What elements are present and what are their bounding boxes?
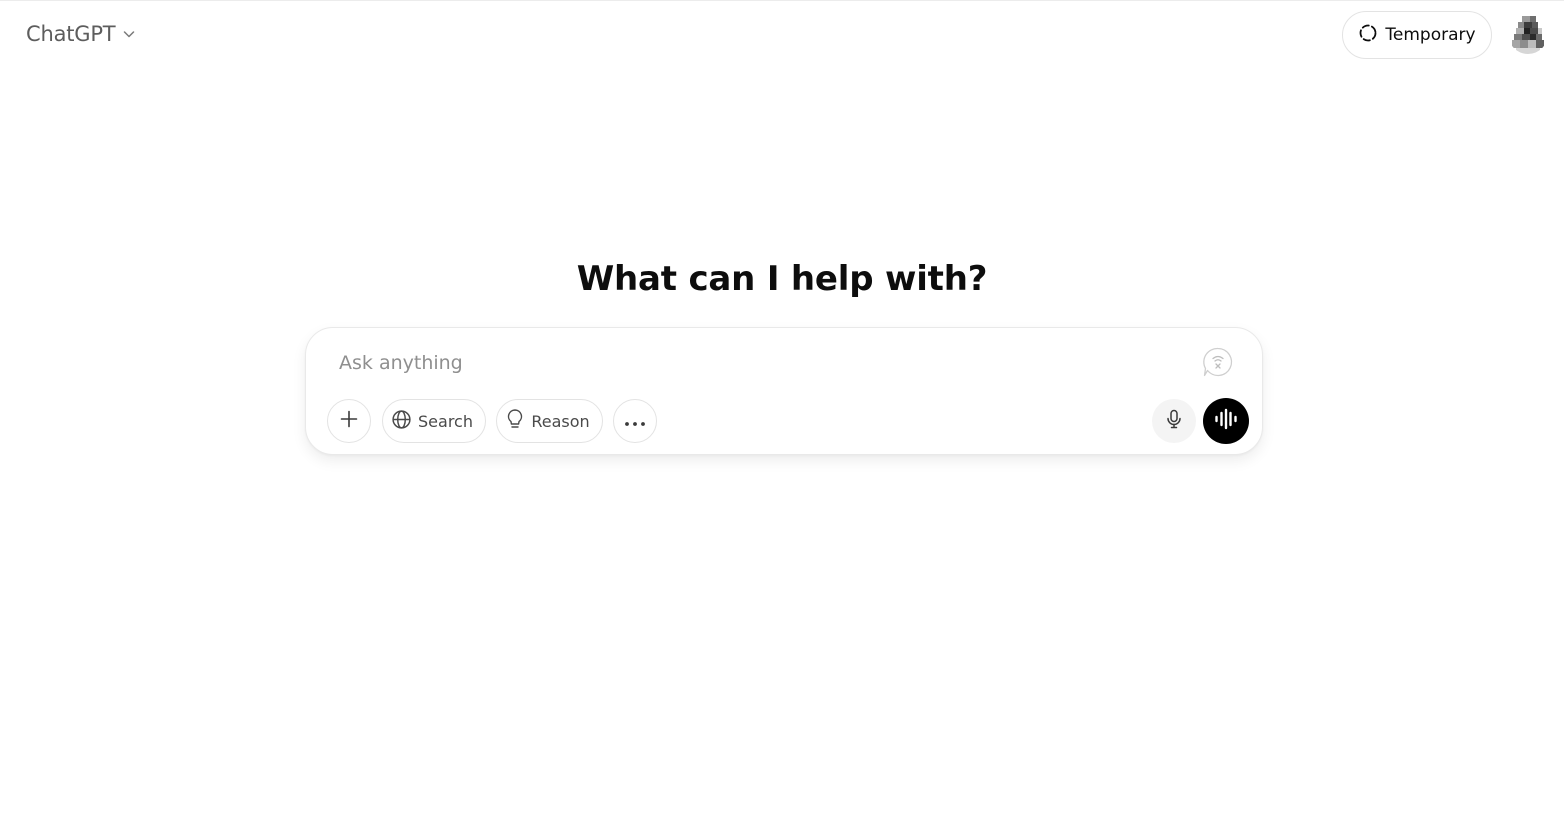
lightbulb-icon bbox=[505, 408, 525, 434]
reason-button[interactable]: Reason bbox=[496, 399, 603, 443]
search-button-label: Search bbox=[418, 411, 473, 431]
more-tools-button[interactable] bbox=[613, 399, 657, 443]
attach-button[interactable] bbox=[327, 399, 371, 443]
temporary-chat-button[interactable]: Temporary bbox=[1342, 11, 1492, 59]
model-switcher[interactable]: ChatGPT bbox=[14, 13, 149, 55]
temporary-chat-label: Temporary bbox=[1385, 25, 1476, 45]
dashed-circle-icon bbox=[1358, 23, 1378, 47]
reason-button-label: Reason bbox=[531, 411, 590, 431]
prompt-composer: Search Reason bbox=[305, 327, 1263, 455]
search-button[interactable]: Search bbox=[382, 399, 486, 443]
globe-icon bbox=[391, 409, 412, 434]
dictate-button[interactable] bbox=[1152, 399, 1196, 443]
voice-mode-button[interactable] bbox=[1203, 398, 1249, 444]
prompt-input[interactable] bbox=[339, 346, 1179, 380]
page-title: What can I help with? bbox=[576, 259, 988, 299]
avatar-image bbox=[1508, 14, 1548, 54]
app-root: ChatGPT Temporary What can I help with? … bbox=[0, 0, 1564, 816]
ellipsis-icon bbox=[624, 412, 646, 431]
speech-bubble-icon bbox=[1202, 346, 1234, 378]
avatar[interactable] bbox=[1508, 14, 1548, 54]
model-switcher-label: ChatGPT bbox=[26, 22, 116, 46]
plus-icon bbox=[339, 409, 359, 433]
microphone-icon bbox=[1165, 409, 1183, 433]
chevron-down-icon bbox=[121, 26, 137, 42]
voice-wave-icon bbox=[1214, 408, 1238, 434]
